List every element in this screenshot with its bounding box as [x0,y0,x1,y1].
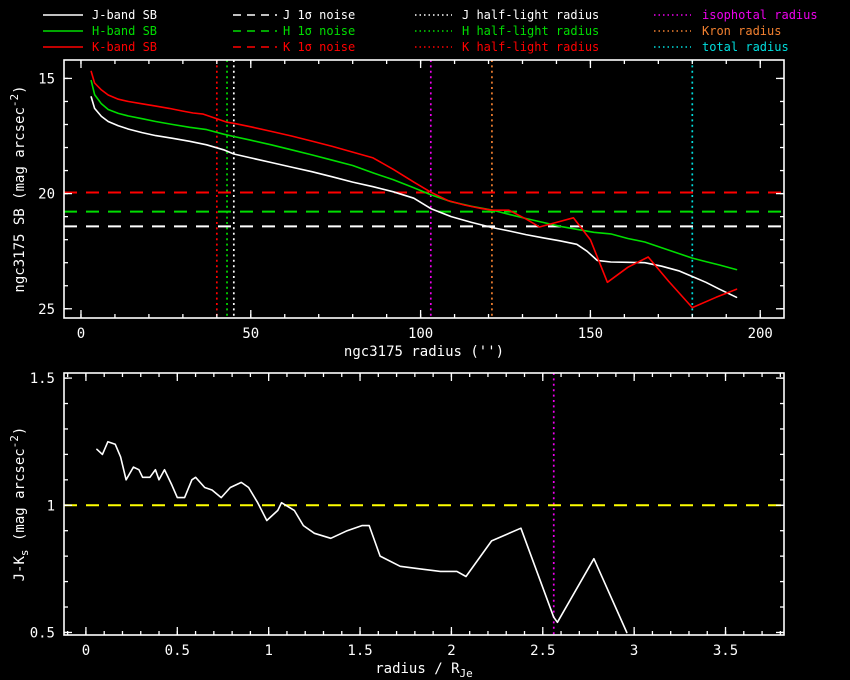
legend: J-band SB H-band SB K-band SB J 1σ noise H 1… [43,8,818,54]
x-tick-label-bottom-1: 1 [264,643,272,659]
legend-label-h-half-light-radius: H half-light radius [462,24,599,38]
series-h-band-sb [90,79,738,271]
legend-label-k-1-noise: K 1σ noise [283,40,355,54]
series-k-band-sb [90,70,738,309]
x-tick-label-bottom-0-5: 0.5 [165,643,190,659]
y-tick-label-bottom-1-5: 1.5 [30,371,55,387]
legend-label-h-band-sb: H-band SB [92,24,157,38]
legend-label-j-half-light-radius: J half-light radius [462,8,599,22]
x-tick-label-bottom-2-5: 2.5 [530,643,555,659]
legend-label-kron-radius: Kron radius [702,24,781,38]
sb-profile-plots: 0 50 100 150 200152025ngc3175 radius ('')ngc… [8,8,818,680]
chart-top: 0 50 100 150 200 15 20 25 ngc3175 radius ('') ngc… [8,59,785,360]
legend-label-total-radius: total radius [702,40,789,54]
y-tick-label-top-25: 25 [38,302,55,318]
legend-label-h-1-noise: H 1σ noise [283,24,355,38]
x-tick-label-bottom-0: 0 [82,643,90,659]
y-tick-label-bottom-1: 1 [47,498,55,514]
series-j-ks-color-profile [96,440,628,634]
x-tick-label-top-0: 0 [77,326,85,342]
chart-bottom: 0 0.5 1 1.5 2 2.5 3 3.50.511.5radius / RJeJ-Ks … [8,371,785,680]
x-tick-label-top-50: 50 [242,326,259,342]
x-axis-title-bottom: radius / RJe [375,661,473,680]
x-tick-label-bottom-2: 2 [447,643,455,659]
ngc3175-photometry-figure: 0 50 100 150 200 15 20 25 ngc3175 radius ('') ngc… [0,0,850,680]
y-tick-label-top-15: 15 [38,71,55,87]
x-tick-label-top-150: 150 [578,326,603,342]
x-tick-label-bottom-3-5: 3.5 [713,643,738,659]
x-tick-label-bottom-3: 3 [630,643,638,659]
x-tick-label-top-100: 100 [408,326,433,342]
legend-label-isophotal-radius: isophotal radius [702,8,818,22]
legend-label-j-band-sb: J-band SB [92,8,157,22]
x-tick-label-bottom-1-5: 1.5 [347,643,372,659]
axes-frame-bottom [63,372,785,636]
y-tick-label-bottom-0-5: 0.5 [30,625,55,641]
y-axis-title-top: ngc3175 SB (mag arcsec-2) [8,85,28,292]
y-tick-label-top-20: 20 [38,187,55,203]
legend-label-k-half-light-radius: K half-light radius [462,40,599,54]
x-tick-label-top-200: 200 [748,326,773,342]
y-axis-title-bottom: J-Ks (mag arcsec-2) [8,427,31,582]
legend-label-k-band-sb: K-band SB [92,40,157,54]
x-axis-title-top: ngc3175 radius ('') [344,344,504,360]
axis-ticks-bottom [64,373,784,635]
legend-label-j-1-noise: J 1σ noise [283,8,355,22]
